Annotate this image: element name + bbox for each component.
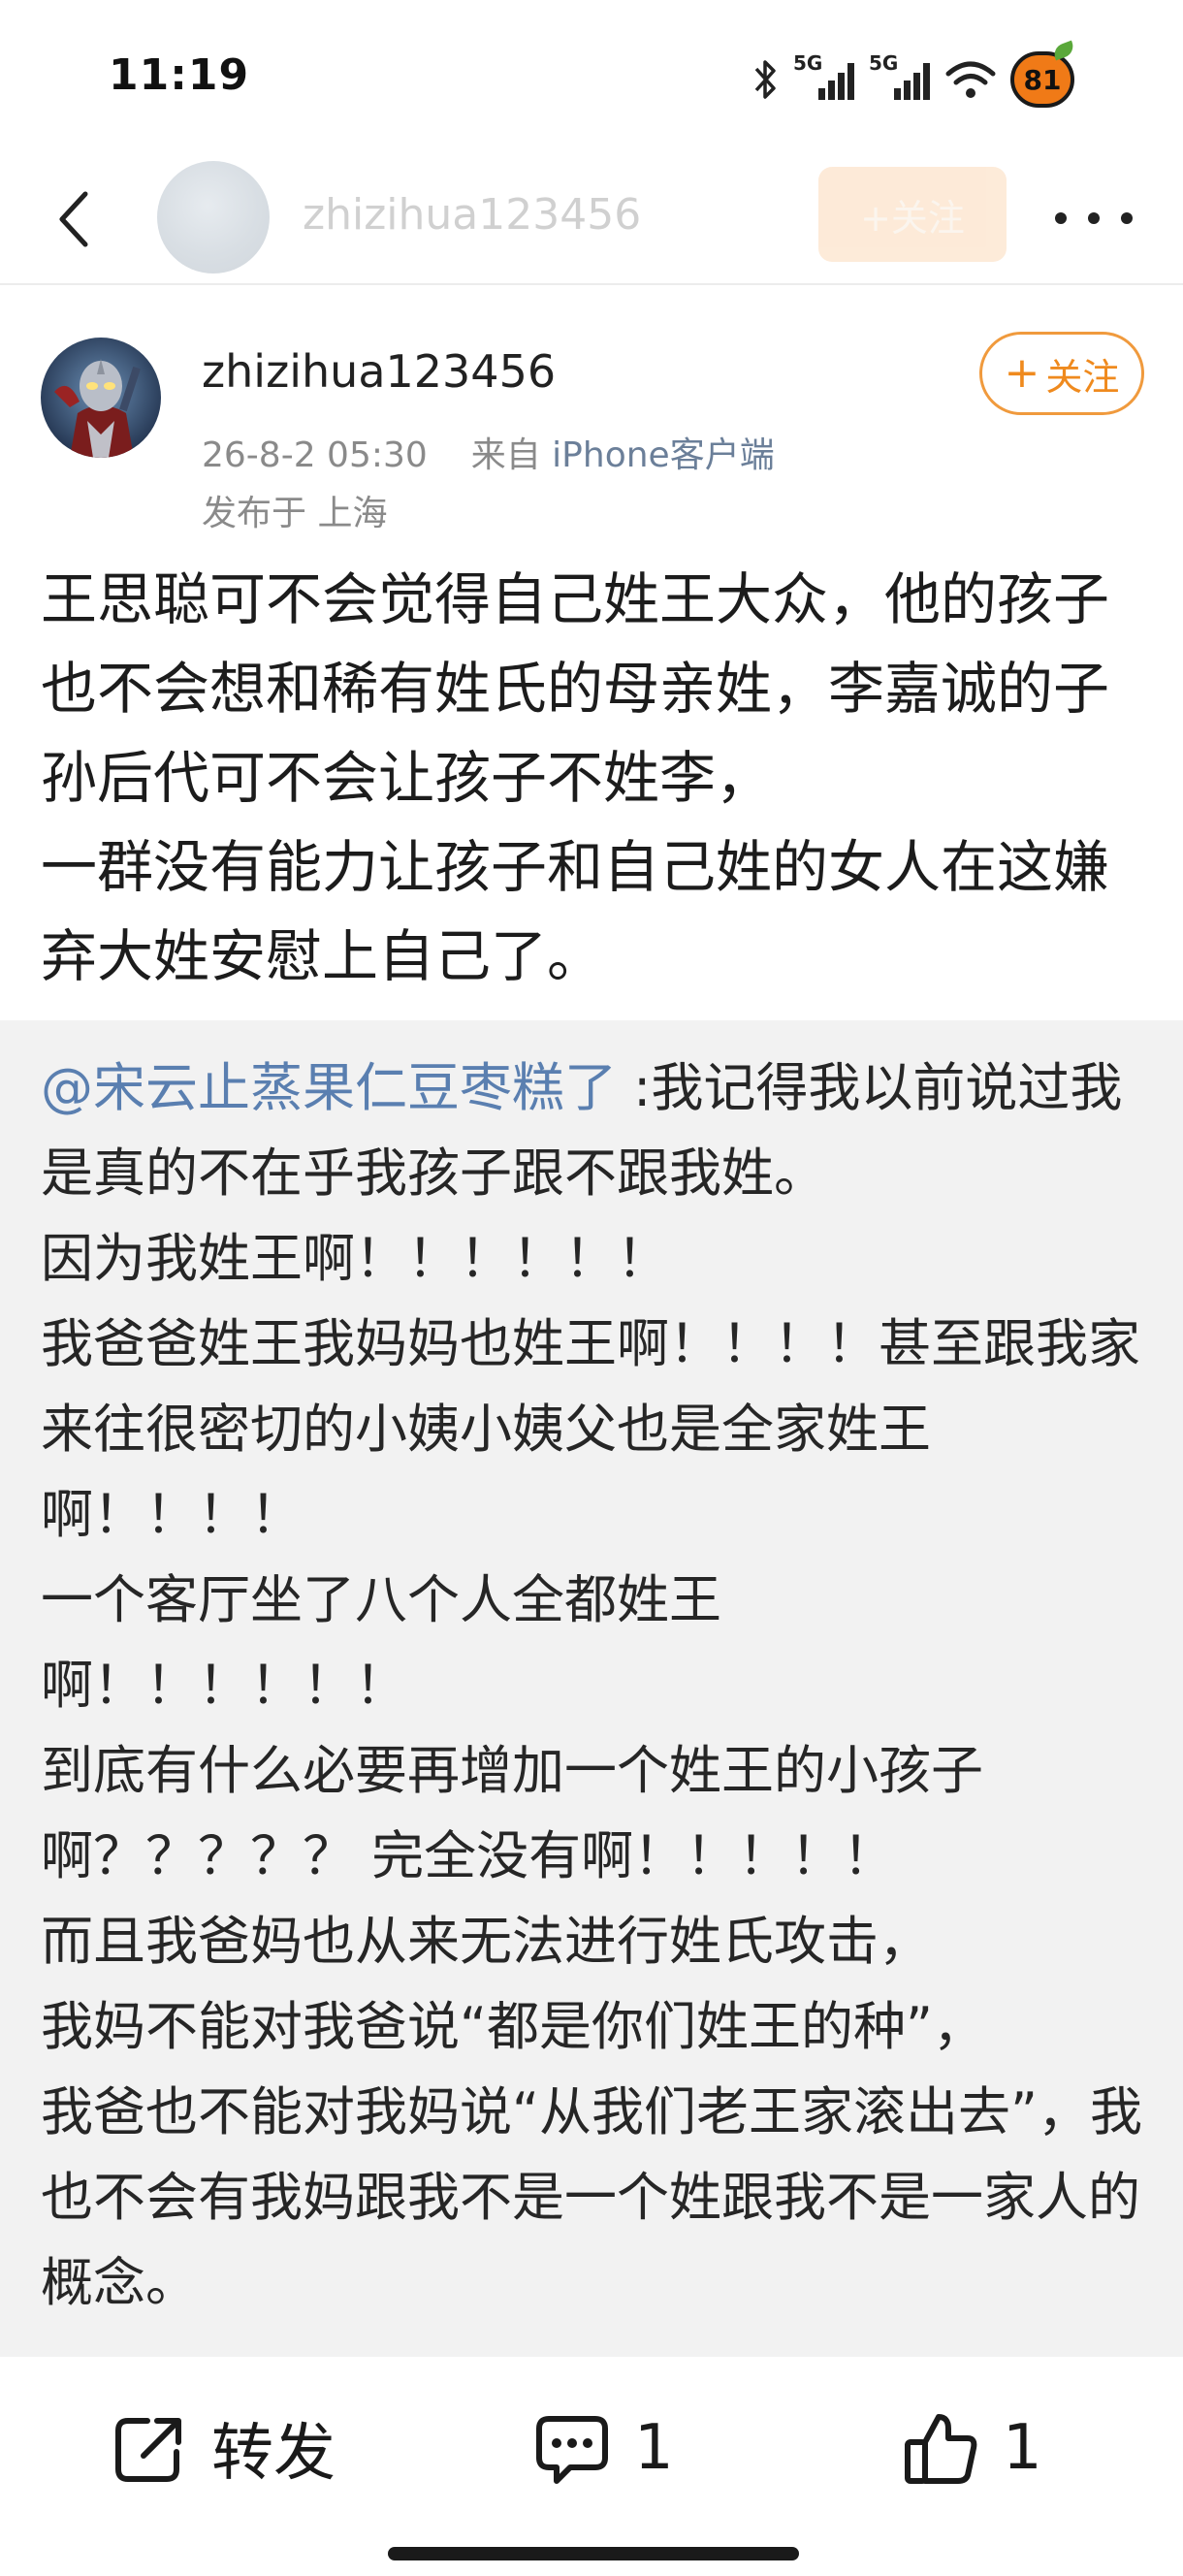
post-location: 发布于 上海: [202, 494, 388, 533]
status-time: 11:19: [109, 50, 250, 100]
chevron-left-icon: [59, 191, 88, 247]
plus-icon: +: [1004, 348, 1040, 398]
post-body: 王思聪可不会觉得自己姓王大众，他的孩子也不会想和稀有姓氏的母亲姓，李嘉诚的子孙后…: [41, 566, 1110, 989]
bluetooth-icon: [754, 60, 776, 99]
quoted-post-body: :我记得我以前说过我是真的不在乎我孩子跟不跟我姓。 因为我姓王啊！！！！！！ 我…: [41, 1057, 1142, 2313]
nav-bar: zhizihua123456 +关注: [0, 155, 1183, 285]
repost-label: 转发: [211, 2418, 336, 2490]
post-source[interactable]: iPhone客户端: [552, 435, 775, 475]
battery-leaf-icon: [1051, 40, 1076, 61]
battery-level: 81: [1023, 63, 1062, 96]
battery-icon: 81: [1010, 40, 1076, 108]
repost-button[interactable]: 转发: [109, 2399, 336, 2496]
nav-follow-button[interactable]: +关注: [818, 167, 1007, 262]
status-bar: 11:19 5G 5G 81: [0, 0, 1183, 155]
more-button[interactable]: [1055, 194, 1133, 242]
back-button[interactable]: [37, 182, 111, 256]
like-button[interactable]: 1: [900, 2399, 1042, 2496]
comment-icon: [536, 2416, 608, 2484]
signal-icon: 5G: [869, 51, 931, 104]
nav-username[interactable]: zhizihua123456: [303, 190, 641, 240]
follow-label: 关注: [1045, 355, 1120, 399]
thumbs-up-icon: [905, 2414, 977, 2484]
mention-link[interactable]: @宋云止蒸果仁豆枣糕了: [41, 1057, 617, 1118]
post-date: 26-8-2 05:30: [202, 435, 428, 475]
avatar[interactable]: [41, 338, 161, 458]
quoted-post-text: @宋云止蒸果仁豆枣糕了 :我记得我以前说过我是真的不在乎我孩子跟不跟我姓。 因为…: [41, 1046, 1146, 2326]
avatar-image: [41, 338, 161, 458]
post-username[interactable]: zhizihua123456: [202, 345, 556, 398]
status-icons: 5G 5G 81: [752, 40, 1076, 109]
like-count: 1: [1003, 2412, 1042, 2484]
quoted-post[interactable]: @宋云止蒸果仁豆枣糕了 :我记得我以前说过我是真的不在乎我孩子跟不跟我姓。 因为…: [0, 1020, 1183, 2357]
more-dot-icon: [1055, 212, 1067, 224]
signal-icon: 5G: [793, 51, 855, 104]
wifi-icon: [945, 61, 996, 98]
more-dot-icon: [1088, 212, 1100, 224]
bottom-action-bar: 转发 1 1: [0, 2357, 1183, 2576]
post-header: zhizihua123456 26-8-2 05:30 来自 iPhone客户端…: [0, 291, 1183, 553]
follow-button[interactable]: + 关注: [979, 332, 1144, 415]
home-indicator[interactable]: [388, 2547, 799, 2560]
more-dot-icon: [1121, 212, 1133, 224]
repost-icon: [115, 2418, 181, 2482]
comment-count: 1: [634, 2412, 674, 2484]
post-source-prefix: 来自: [470, 435, 541, 475]
comment-button[interactable]: 1: [531, 2399, 674, 2496]
nav-avatar[interactable]: [157, 161, 270, 274]
post-meta: 26-8-2 05:30 来自 iPhone客户端: [202, 427, 775, 477]
